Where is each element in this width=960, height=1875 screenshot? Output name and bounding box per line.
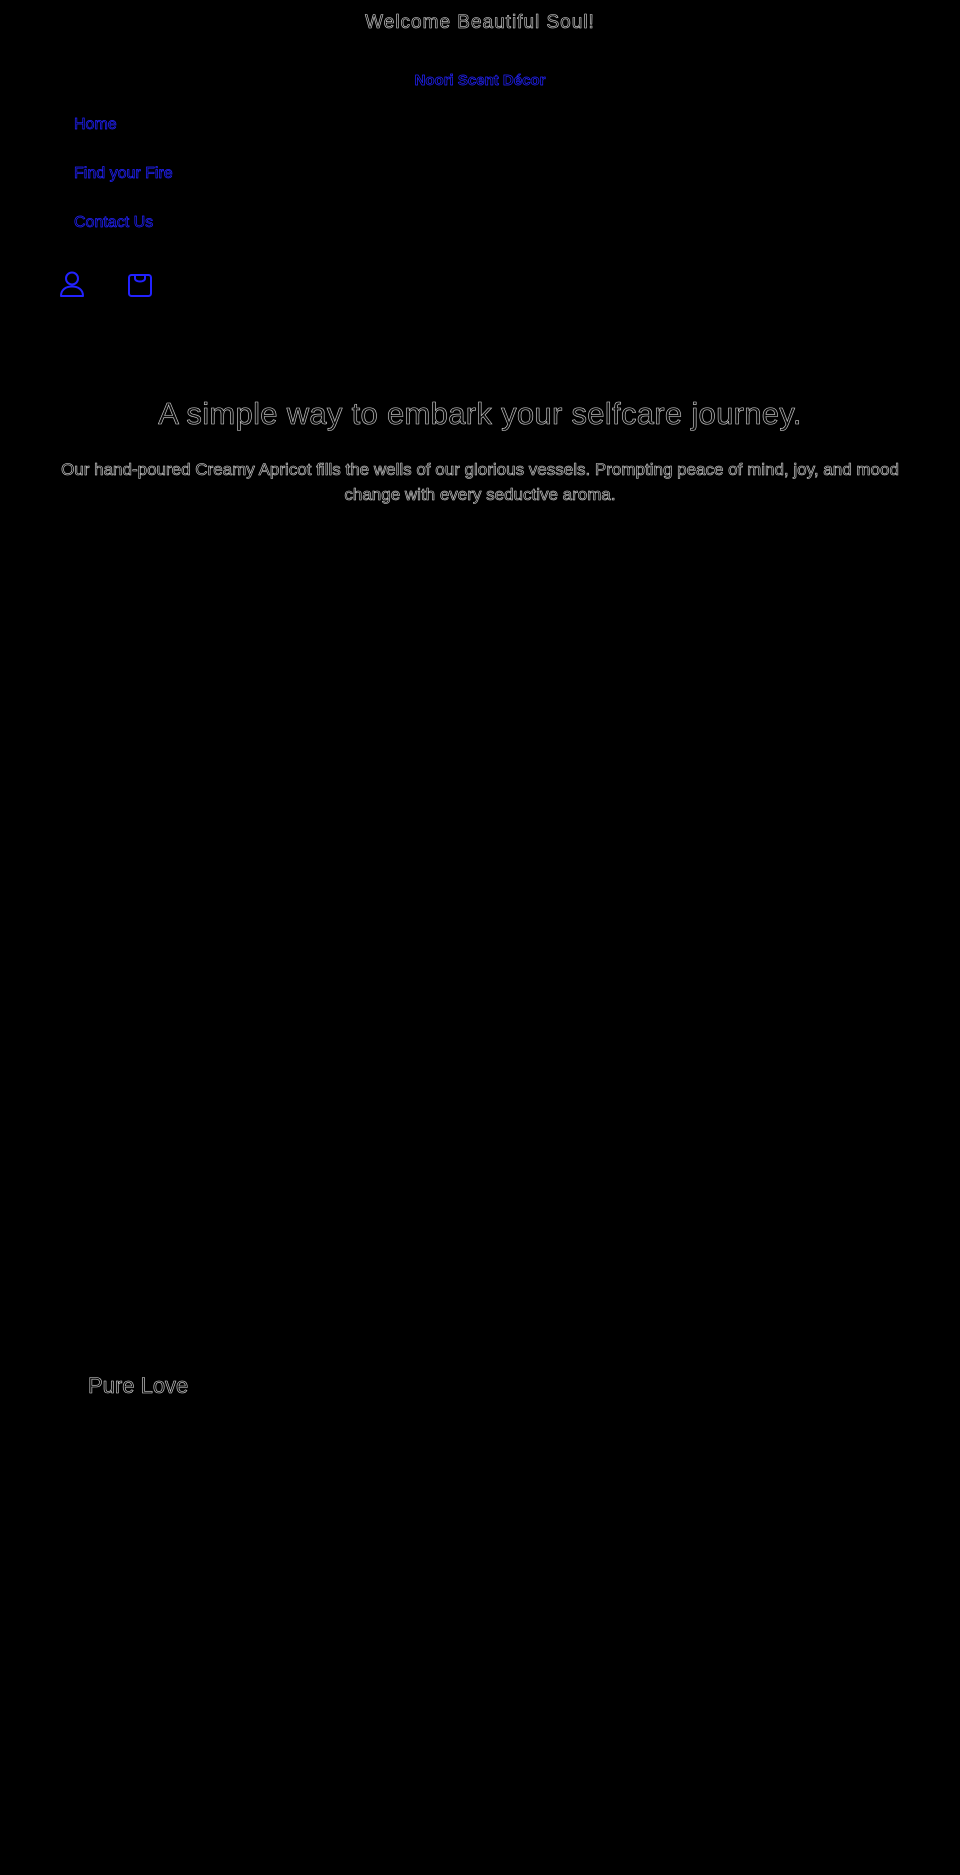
- announcement-text: Welcome Beautiful Soul!: [365, 12, 595, 34]
- brand-logo-link[interactable]: Noori Scent Décor: [0, 72, 960, 90]
- hero-title: A simple way to embark your selfcare jou…: [158, 396, 802, 432]
- account-icon: [60, 271, 84, 297]
- nav-item-contact-us[interactable]: Contact Us: [74, 214, 173, 263]
- main-nav: Home Find your Fire Contact Us: [74, 116, 173, 263]
- cart-icon: [128, 274, 152, 297]
- nav-item-find-your-fire[interactable]: Find your Fire: [74, 165, 173, 214]
- cart-button[interactable]: [126, 268, 154, 300]
- header-icons: [58, 268, 154, 300]
- nav-item-home[interactable]: Home: [74, 116, 173, 165]
- section-heading: Pure Love: [88, 1373, 189, 1399]
- hero-description: Our hand-poured Creamy Apricot fills the…: [61, 460, 899, 505]
- account-button[interactable]: [58, 268, 86, 300]
